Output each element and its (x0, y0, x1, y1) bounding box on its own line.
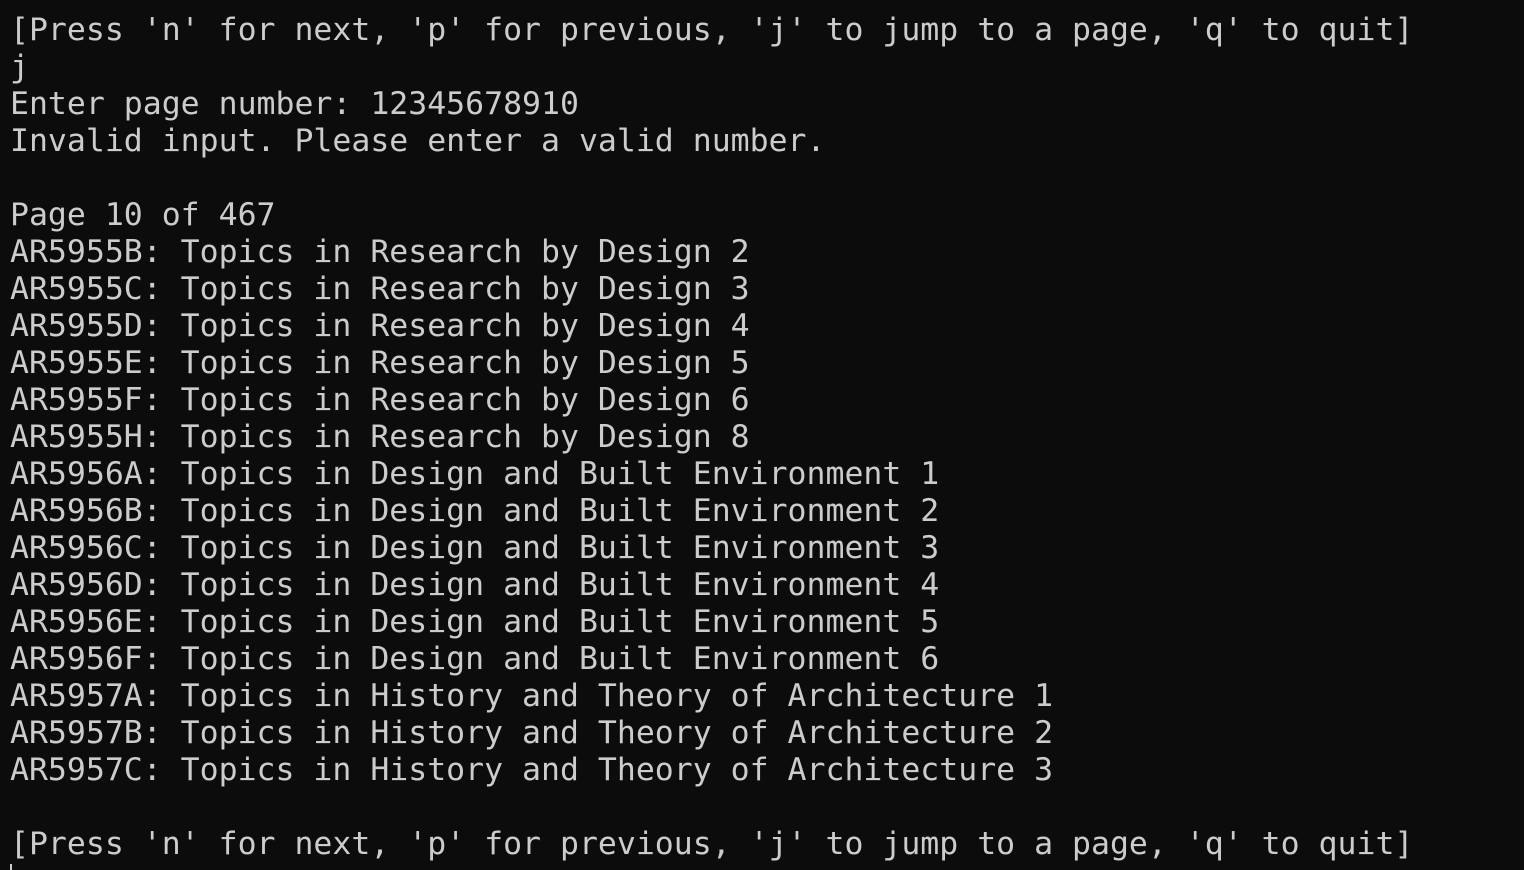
user-input-key: j (10, 49, 29, 85)
course-item: AR5955E: Topics in Research by Design 5 (10, 345, 750, 381)
text-cursor (10, 864, 12, 870)
course-item: AR5957A: Topics in History and Theory of… (10, 678, 1054, 714)
course-item: AR5955H: Topics in Research by Design 8 (10, 419, 750, 455)
course-item: AR5955C: Topics in Research by Design 3 (10, 271, 750, 307)
terminal-window[interactable]: [Press 'n' for next, 'p' for previous, '… (0, 0, 1524, 870)
page-number-prompt: Enter page number: 12345678910 (10, 86, 579, 122)
course-item: AR5956A: Topics in Design and Built Envi… (10, 456, 940, 492)
course-item: AR5956D: Topics in Design and Built Envi… (10, 567, 940, 603)
navigation-prompt-bottom: [Press 'n' for next, 'p' for previous, '… (10, 826, 1414, 862)
course-list: AR5955B: Topics in Research by Design 2 … (10, 234, 1524, 789)
course-item: AR5957C: Topics in History and Theory of… (10, 752, 1054, 788)
error-message: Invalid input. Please enter a valid numb… (10, 123, 826, 159)
course-item: AR5956E: Topics in Design and Built Envi… (10, 604, 940, 640)
navigation-prompt-top: [Press 'n' for next, 'p' for previous, '… (10, 12, 1414, 48)
course-item: AR5956C: Topics in Design and Built Envi… (10, 530, 940, 566)
course-item: AR5955D: Topics in Research by Design 4 (10, 308, 750, 344)
course-item: AR5955B: Topics in Research by Design 2 (10, 234, 750, 270)
course-item: AR5957B: Topics in History and Theory of… (10, 715, 1054, 751)
course-item: AR5956F: Topics in Design and Built Envi… (10, 641, 940, 677)
page-indicator: Page 10 of 467 (10, 197, 276, 233)
course-item: AR5956B: Topics in Design and Built Envi… (10, 493, 940, 529)
course-item: AR5955F: Topics in Research by Design 6 (10, 382, 750, 418)
